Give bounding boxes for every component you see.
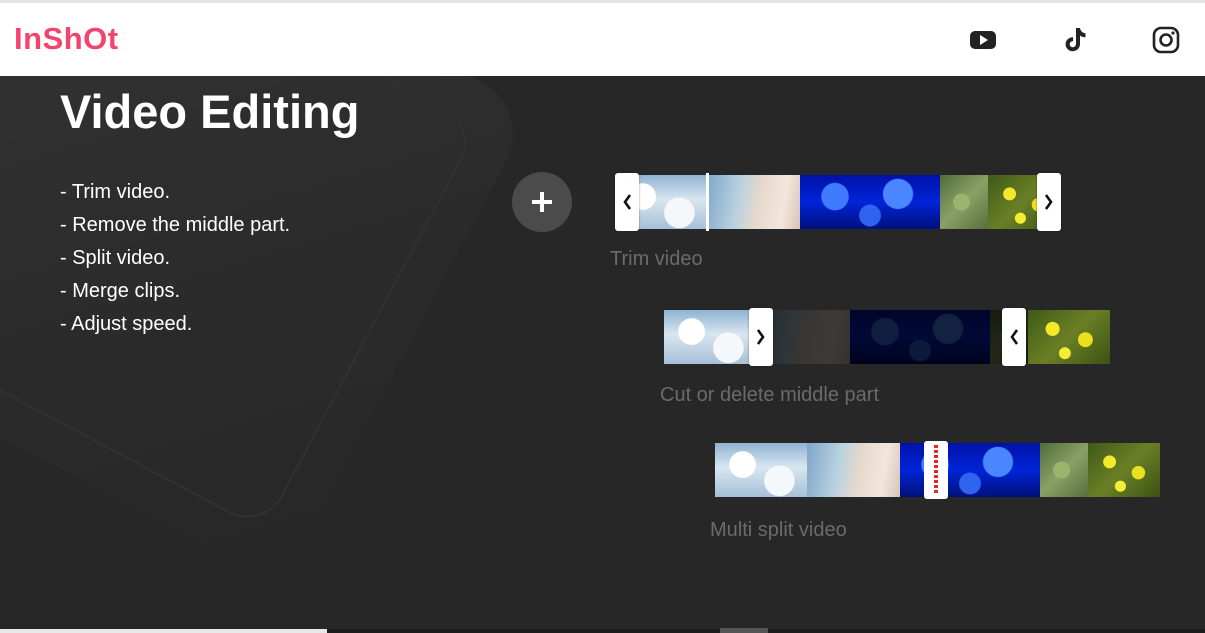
clip-thumbnail <box>1028 310 1110 364</box>
scroll-progress-track <box>0 629 327 633</box>
cut-start-handle[interactable] <box>749 308 773 366</box>
clip-thumbnail <box>807 443 900 497</box>
clip-thumbnail <box>1040 443 1088 497</box>
tiktok-icon[interactable] <box>1060 25 1090 55</box>
chevron-right-icon <box>756 329 765 345</box>
plus-icon <box>532 192 552 212</box>
clip-thumbnail <box>800 175 940 229</box>
feature-list: - Trim video. - Remove the middle part. … <box>60 176 290 341</box>
chevron-left-icon <box>1010 329 1019 345</box>
trim-video-timeline[interactable] <box>615 173 1061 231</box>
feature-item: - Trim video. <box>60 181 171 203</box>
cut-middle-timeline[interactable] <box>664 308 1110 366</box>
playhead-marker[interactable] <box>706 173 709 231</box>
trim-start-handle[interactable] <box>615 173 639 231</box>
clip-thumbnail <box>940 175 988 229</box>
instagram-icon[interactable] <box>1151 25 1181 55</box>
feature-item: - Merge clips. <box>60 280 181 302</box>
clip-thumbnail <box>715 443 807 497</box>
video-editing-section: Video Editing - Trim video. - Remove the… <box>0 76 1205 633</box>
clip-thumbnail <box>900 443 1040 497</box>
feature-item: - Remove the middle part. <box>60 214 291 236</box>
clip-thumbnail <box>1088 443 1160 497</box>
add-button[interactable] <box>512 172 572 232</box>
clip-thumbnail <box>850 310 990 364</box>
split-dotted-line <box>934 445 938 495</box>
cut-middle-caption: Cut or delete middle part <box>660 384 880 406</box>
split-marker-handle[interactable] <box>924 441 948 499</box>
chevron-right-icon <box>1044 194 1053 210</box>
clip-thumbnail <box>707 175 800 229</box>
feature-item: - Split video. <box>60 247 171 269</box>
inshot-logo[interactable]: InShOt <box>14 21 119 57</box>
section-title: Video Editing <box>60 85 360 138</box>
trim-video-caption: Trim video <box>610 248 703 270</box>
carousel-indicator[interactable] <box>720 628 768 633</box>
trim-end-handle[interactable] <box>1037 173 1061 231</box>
feature-item: - Adjust speed. <box>60 313 193 335</box>
chevron-left-icon <box>623 194 632 210</box>
multi-split-timeline[interactable] <box>715 441 1160 499</box>
multi-split-caption: Multi split video <box>710 519 847 541</box>
cut-end-handle[interactable] <box>1002 308 1026 366</box>
site-header: InShOt <box>0 3 1205 76</box>
clip-thumbnail <box>664 310 756 364</box>
youtube-icon[interactable] <box>968 25 998 55</box>
